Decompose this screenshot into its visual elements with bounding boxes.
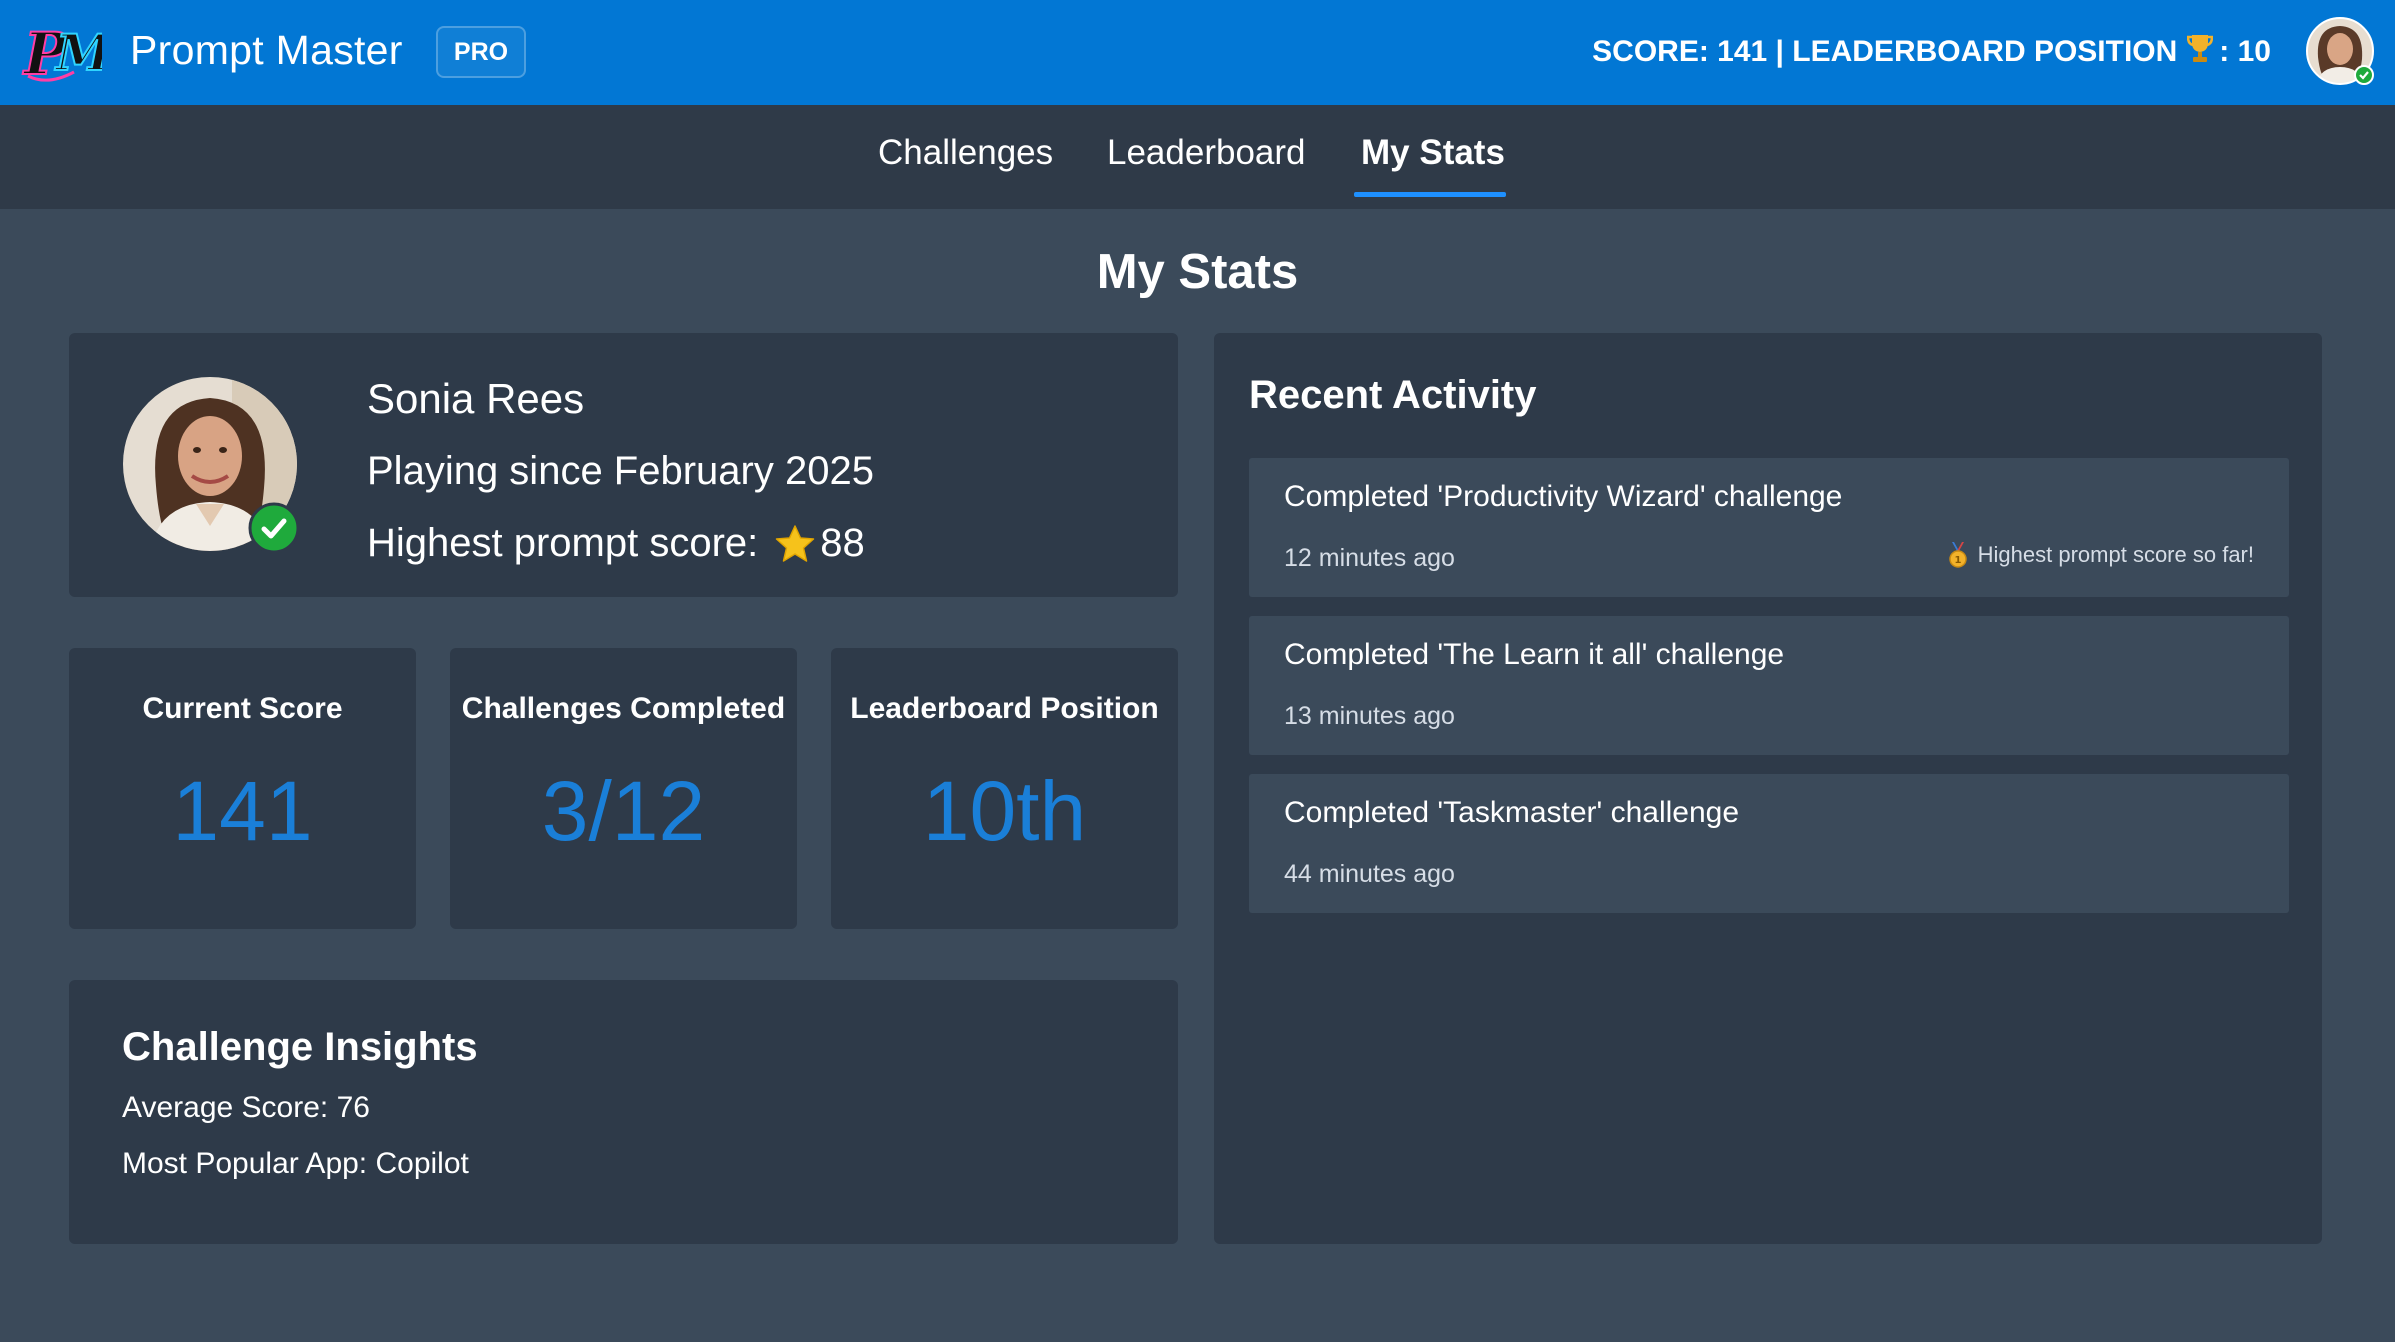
verified-check-icon [248, 502, 300, 554]
score-text: SCORE: 141 | LEADERBOARD POSITION [1592, 34, 2178, 68]
profile-card: Sonia Rees Playing since February 2025 H… [69, 333, 1178, 597]
svg-text:1: 1 [1954, 555, 1961, 566]
insights-title: Challenge Insights [122, 1025, 478, 1069]
activity-text: Completed 'Productivity Wizard' challeng… [1284, 480, 1843, 513]
active-tab-indicator [1354, 192, 1506, 197]
score-summary: SCORE: 141 | LEADERBOARD POSITION : 10 [1592, 33, 2271, 70]
highest-score-label: Highest prompt score: [367, 521, 759, 565]
main-nav: Challenges Leaderboard My Stats [0, 105, 2395, 209]
highest-prompt-score: Highest prompt score: 88 [367, 521, 865, 566]
activity-time: 44 minutes ago [1284, 860, 1455, 888]
most-popular-app: Most Popular App: Copilot [122, 1147, 469, 1180]
tab-my-stats[interactable]: My Stats [1361, 133, 1505, 173]
average-score: Average Score: 76 [122, 1091, 370, 1124]
tab-leaderboard[interactable]: Leaderboard [1107, 133, 1306, 173]
stat-value: 141 [172, 764, 313, 858]
activity-item[interactable]: Completed 'The Learn it all' challenge 1… [1249, 616, 2289, 755]
app-title: Prompt Master [130, 27, 403, 73]
trophy-icon [2187, 33, 2214, 70]
activity-time: 12 minutes ago [1284, 544, 1455, 572]
medal-icon: 1 [1948, 542, 1968, 568]
recent-activity-card: Recent Activity Completed 'Productivity … [1214, 333, 2322, 1244]
activity-badge-text: Highest prompt score so far! [1977, 542, 2254, 567]
activity-badge: 1 Highest prompt score so far! [1948, 542, 2254, 568]
star-icon [774, 524, 816, 564]
svg-text:M: M [54, 23, 102, 82]
stat-label: Challenges Completed [461, 692, 786, 725]
activity-text: Completed 'The Learn it all' challenge [1284, 638, 1785, 671]
activity-item[interactable]: Completed 'Taskmaster' challenge 44 minu… [1249, 774, 2289, 913]
highest-score-value: 88 [820, 521, 865, 565]
profile-since: Playing since February 2025 [367, 449, 874, 493]
pro-badge: PRO [436, 26, 526, 78]
activity-item[interactable]: Completed 'Productivity Wizard' challeng… [1249, 458, 2289, 597]
stat-card-current-score: Current Score 141 [69, 648, 416, 929]
activity-time: 13 minutes ago [1284, 702, 1455, 730]
stat-card-challenges-completed: Challenges Completed 3/12 [450, 648, 797, 929]
stat-value: 3/12 [541, 764, 706, 858]
top-bar: P M Prompt Master PRO SCORE: 141 | LEADE… [0, 0, 2395, 105]
activity-text: Completed 'Taskmaster' challenge [1284, 796, 1740, 829]
user-avatar[interactable] [2306, 17, 2374, 85]
profile-name: Sonia Rees [367, 375, 585, 422]
stat-label: Leaderboard Position [850, 692, 1159, 725]
stat-card-leaderboard-position: Leaderboard Position 10th [831, 648, 1178, 929]
profile-avatar [122, 376, 300, 554]
leaderboard-position-text: : 10 [2219, 34, 2271, 68]
app-logo[interactable]: P M [18, 12, 114, 92]
stat-label: Current Score [142, 692, 343, 725]
tab-challenges[interactable]: Challenges [878, 133, 1053, 173]
stat-value: 10th [922, 764, 1087, 858]
challenge-insights-card: Challenge Insights Average Score: 76 Mos… [69, 980, 1178, 1244]
page-title: My Stats [1096, 245, 1299, 299]
activity-title: Recent Activity [1249, 373, 1537, 417]
